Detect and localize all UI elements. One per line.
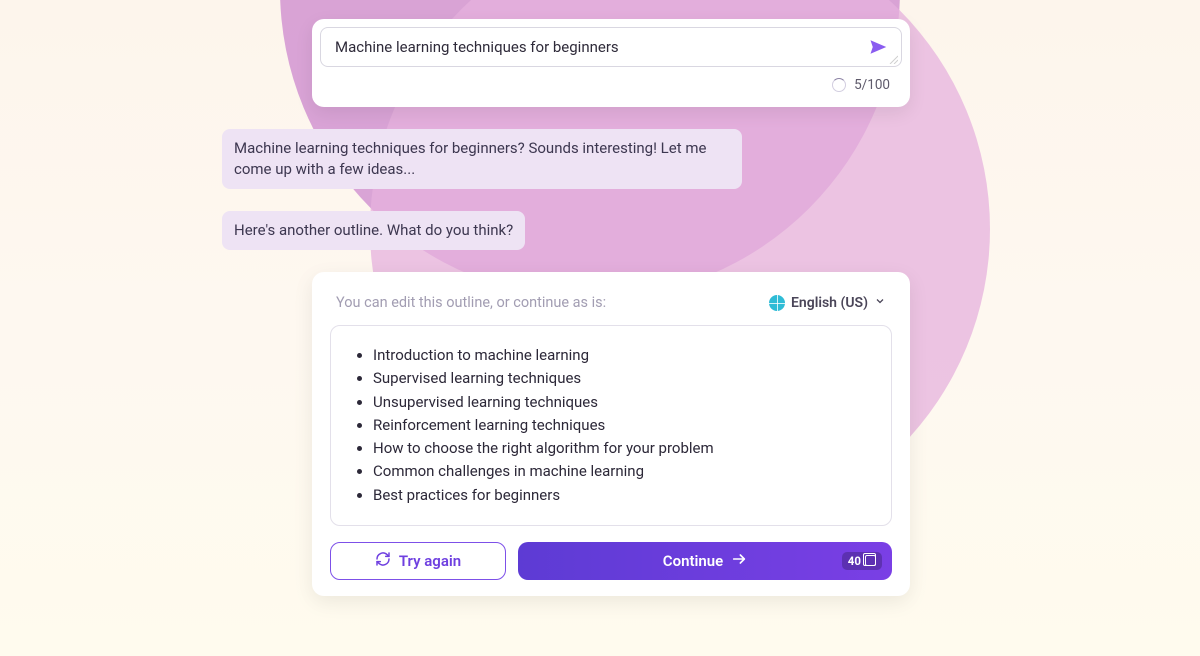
outline-hint: You can edit this outline, or continue a… bbox=[336, 294, 606, 311]
outline-item[interactable]: Supervised learning techniques bbox=[373, 367, 869, 390]
loading-spinner-icon bbox=[832, 78, 846, 92]
prompt-input[interactable] bbox=[335, 37, 865, 57]
assistant-message-1: Machine learning techniques for beginner… bbox=[222, 129, 742, 189]
assistant-message-2: Here's another outline. What do you thin… bbox=[222, 211, 525, 250]
chevron-down-icon bbox=[874, 295, 886, 311]
prompt-input-row bbox=[320, 27, 902, 67]
globe-icon bbox=[769, 295, 785, 311]
counter-row: 5/100 bbox=[320, 67, 902, 99]
outline-item[interactable]: Unsupervised learning techniques bbox=[373, 391, 869, 414]
prompt-input-card: 5/100 bbox=[312, 19, 910, 107]
language-label: English (US) bbox=[791, 295, 868, 311]
prompt-counter: 5/100 bbox=[854, 77, 890, 93]
credits-badge: 40 bbox=[842, 552, 882, 570]
credits-count: 40 bbox=[848, 554, 861, 568]
outline-item[interactable]: How to choose the right algorithm for yo… bbox=[373, 437, 869, 460]
continue-label: Continue bbox=[663, 552, 723, 570]
refresh-icon bbox=[375, 551, 391, 571]
try-again-button[interactable]: Try again bbox=[330, 542, 506, 580]
outline-card: You can edit this outline, or continue a… bbox=[312, 272, 910, 596]
outline-item[interactable]: Introduction to machine learning bbox=[373, 344, 869, 367]
continue-button[interactable]: Continue 40 bbox=[518, 542, 892, 580]
send-icon[interactable] bbox=[865, 36, 891, 58]
outline-item[interactable]: Common challenges in machine learning bbox=[373, 460, 869, 483]
outline-item[interactable]: Best practices for beginners bbox=[373, 484, 869, 507]
language-picker[interactable]: English (US) bbox=[769, 295, 886, 311]
outline-editor[interactable]: Introduction to machine learningSupervis… bbox=[330, 325, 892, 526]
arrow-right-icon bbox=[731, 551, 747, 571]
outline-item[interactable]: Reinforcement learning techniques bbox=[373, 414, 869, 437]
cards-icon bbox=[865, 555, 876, 566]
try-again-label: Try again bbox=[399, 552, 461, 570]
